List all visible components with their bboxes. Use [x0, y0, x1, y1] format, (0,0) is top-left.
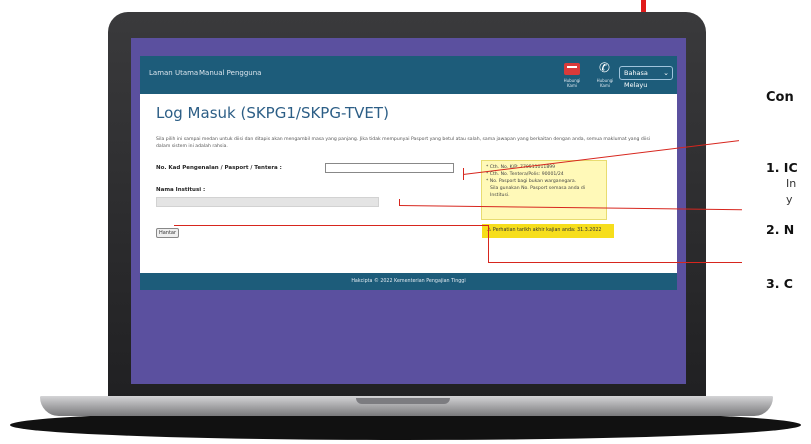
id-number-input[interactable]: [325, 163, 454, 173]
laptop-notch: [356, 398, 450, 404]
intro-text: Sila pilih ini sampai medan untuk diisi …: [156, 137, 651, 149]
page-title: Log Masuk (SKPG1/SKPG-TVET): [156, 104, 389, 122]
language-select[interactable]: Bahasa Melayu ⌄: [619, 66, 673, 89]
chevron-down-icon: ⌄: [663, 69, 669, 77]
hint-line: Sila gunakan No. Pasport semasa anda di: [490, 186, 586, 191]
side-item-1-sub: y: [786, 193, 793, 206]
footer-copyright: Hakcipta © 2022 Kementerian Pengajian Ti…: [351, 279, 466, 284]
top-navbar: Laman Utama Manual Pengguna Hubungi Kami…: [140, 56, 677, 94]
mail-icon-label: Hubungi Kami: [563, 78, 581, 88]
laptop-screen: Laman Utama Manual Pengguna Hubungi Kami…: [131, 38, 686, 384]
submit-button[interactable]: Hantar: [156, 228, 179, 238]
hint-line: * Cth. No. Tentera/Polis: 90001/24: [486, 172, 564, 177]
side-item-1-sub: In: [786, 177, 797, 190]
tutorial-figure: Laman Utama Manual Pengguna Hubungi Kami…: [0, 0, 811, 444]
nav-home-link[interactable]: Laman Utama: [149, 69, 198, 77]
callout-tick-id: [463, 168, 464, 180]
warning-text: Perhatian tarikh akhir kajian anda: 31.3…: [492, 228, 602, 233]
callout-line-submit: [174, 225, 489, 226]
institution-label: Nama Institusi :: [156, 187, 206, 193]
side-heading: Con: [766, 90, 794, 105]
mail-icon[interactable]: [564, 63, 580, 75]
callout-drop-submit: [488, 225, 489, 263]
hint-line: Institusi.: [490, 193, 510, 198]
side-item-3: 3. C: [766, 276, 793, 291]
phone-icon[interactable]: ✆: [599, 62, 610, 76]
side-item-2: 2. N: [766, 222, 795, 237]
deadline-warning: ⚠ Perhatian tarikh akhir kajian anda: 31…: [482, 224, 614, 238]
side-item-1: 1. IC: [766, 160, 798, 175]
callout-line-submit-2: [488, 262, 742, 263]
id-number-label: No. Kad Pengenalan / Pasport / Tentera :: [156, 165, 282, 171]
hint-line: * No. Pasport bagi bukan warganegara.: [486, 179, 577, 184]
institution-field: [156, 197, 379, 207]
footer: Hakcipta © 2022 Kementerian Pengajian Ti…: [140, 273, 677, 290]
login-panel: Log Masuk (SKPG1/SKPG-TVET) Sila pilih i…: [140, 94, 677, 273]
nav-manual-link[interactable]: Manual Pengguna: [199, 69, 261, 77]
phone-icon-label: Hubungi Kami: [596, 78, 614, 88]
language-select-value: Bahasa Melayu: [624, 69, 648, 89]
